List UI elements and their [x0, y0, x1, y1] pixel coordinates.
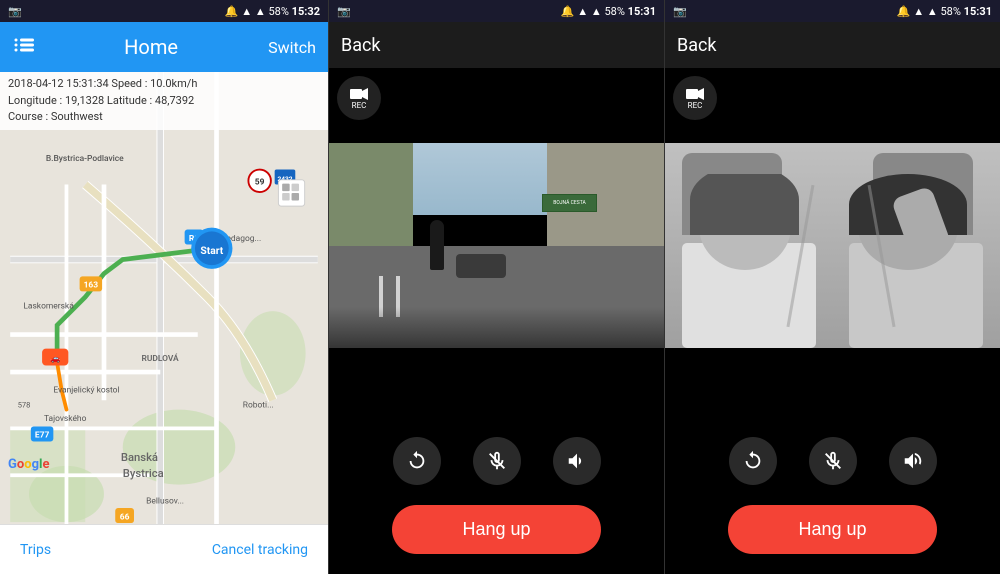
svg-text:🚗: 🚗 — [50, 354, 61, 364]
info-line3: Course : Southwest — [8, 109, 320, 126]
svg-text:Roboti...: Roboti... — [243, 401, 274, 411]
svg-text:578: 578 — [18, 401, 31, 410]
status-bar-video2: 📷 🔔 ▲ ▲ 58% 15:31 — [665, 0, 1000, 22]
info-line2: Longitude : 19,1328 Latitude : 48,7392 — [8, 93, 320, 110]
video-top-bar-1: Back — [329, 22, 664, 68]
rec-label-2: REC — [688, 101, 703, 110]
status-bar-video1: 📷 🔔 ▲ ▲ 58% 15:31 — [329, 0, 664, 22]
video-top-bar-2: Back — [665, 22, 1000, 68]
controls-row-1 — [329, 421, 664, 497]
app-bar: Home Switch — [0, 22, 328, 72]
hangup-button-1[interactable]: Hang up — [392, 505, 600, 554]
hangup-row-1: Hang up — [329, 497, 664, 574]
svg-text:B.Bystrica-Podlavice: B.Bystrica-Podlavice — [46, 154, 124, 164]
svg-text:Tajovského: Tajovského — [44, 414, 87, 424]
info-line1: 2018-04-12 15:31:34 Speed : 10.0km/h — [8, 76, 320, 93]
back-button-1[interactable]: Back — [341, 35, 381, 56]
svg-text:59: 59 — [255, 178, 265, 188]
svg-text:163: 163 — [84, 281, 99, 291]
rec-button-2[interactable]: REC — [673, 76, 717, 120]
map-panel: 📷 🔔 ▲ ▲ 58% 15:32 Home Switch 2018-04-12… — [0, 0, 328, 574]
mute-button-2[interactable] — [809, 437, 857, 485]
svg-text:Bystrica: Bystrica — [123, 467, 164, 480]
road-video-feed: BOJNÁ CESTA — [329, 143, 664, 348]
svg-text:Bellusov...: Bellusov... — [146, 496, 184, 506]
svg-text:E77: E77 — [35, 431, 50, 441]
hangup-row-2: Hang up — [665, 497, 1000, 574]
camera-icon-2: 📷 — [337, 5, 351, 18]
status-bar-map: 📷 🔔 ▲ ▲ 58% 15:32 — [0, 0, 328, 22]
controls-row-2 — [665, 421, 1000, 497]
menu-icon[interactable] — [12, 35, 34, 59]
google-logo: Google — [8, 457, 49, 472]
status-icons-2: 🔔 ▲ ▲ 58% 15:31 — [561, 5, 656, 18]
trips-button[interactable]: Trips — [20, 542, 51, 558]
status-icons: 🔔 ▲ ▲ 58% 15:32 — [225, 5, 320, 18]
video-panel-front: 📷 🔔 ▲ ▲ 58% 15:31 Back REC — [328, 0, 664, 574]
back-button-2[interactable]: Back — [677, 35, 717, 56]
speaker-button-1[interactable] — [553, 437, 601, 485]
camera-icon: 📷 — [8, 5, 22, 18]
map-container[interactable]: R1 163 E77 66 59 2432 B.Bystrica-Podlavi… — [0, 72, 328, 524]
svg-text:Evanjelický kostol: Evanjelický kostol — [53, 386, 119, 396]
info-bar: 2018-04-12 15:31:34 Speed : 10.0km/h Lon… — [0, 72, 328, 130]
cancel-tracking-button[interactable]: Cancel tracking — [212, 542, 308, 558]
camera-icon-3: 📷 — [673, 5, 687, 18]
svg-text:Start: Start — [200, 244, 223, 257]
mute-button-1[interactable] — [473, 437, 521, 485]
video-panel-rear: 📷 🔔 ▲ ▲ 58% 15:31 Back REC — [664, 0, 1000, 574]
video-area-1: REC BOJNÁ CESTA — [329, 68, 664, 421]
home-title: Home — [124, 35, 178, 59]
rec-label-1: REC — [352, 101, 367, 110]
hangup-button-2[interactable]: Hang up — [728, 505, 936, 554]
rotate-button-2[interactable] — [729, 437, 777, 485]
svg-text:Laskomerská: Laskomerská — [23, 301, 74, 311]
black-area-bottom-1 — [329, 348, 664, 421]
status-icons-3: 🔔 ▲ ▲ 58% 15:31 — [897, 5, 992, 18]
switch-button[interactable]: Switch — [268, 38, 316, 57]
interior-video-feed — [665, 143, 1000, 348]
video-area-2: REC — [665, 68, 1000, 421]
svg-text:Banská: Banská — [121, 451, 158, 464]
svg-text:66: 66 — [120, 512, 130, 522]
bottom-bar: Trips Cancel tracking — [0, 524, 328, 574]
svg-text:RUDLOVÁ: RUDLOVÁ — [141, 352, 179, 364]
speaker-button-2[interactable] — [889, 437, 937, 485]
rotate-button-1[interactable] — [393, 437, 441, 485]
black-area-bottom-2 — [665, 348, 1000, 421]
rec-button-1[interactable]: REC — [337, 76, 381, 120]
